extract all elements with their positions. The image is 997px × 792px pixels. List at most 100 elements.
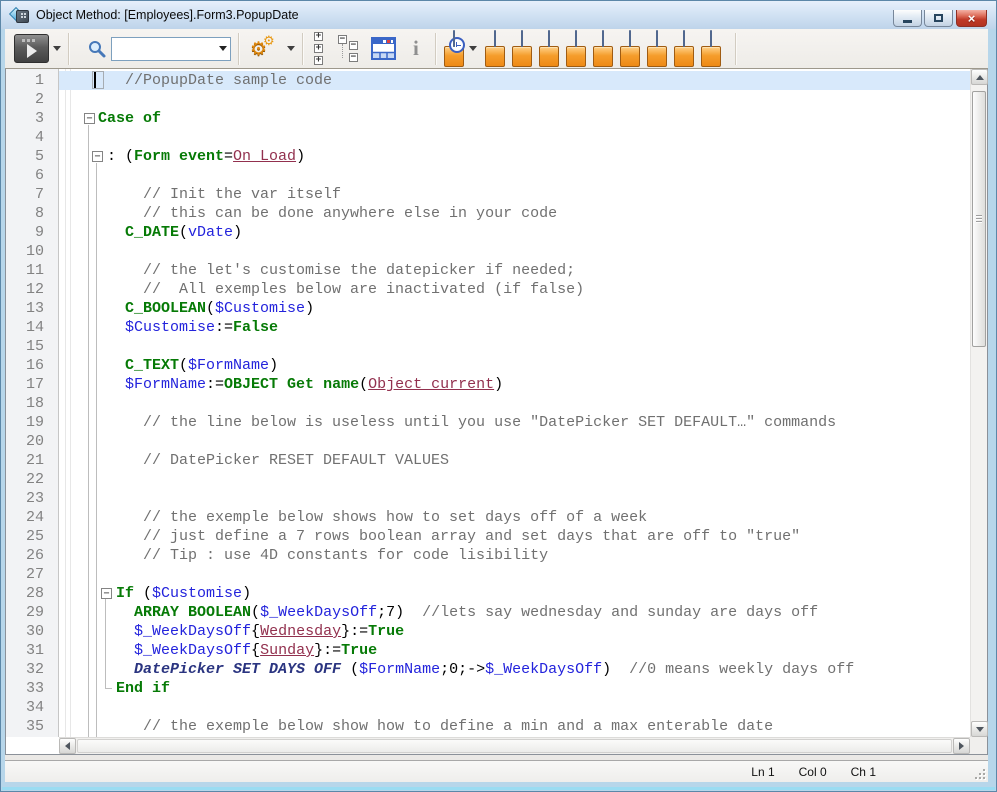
horizontal-scroll-thumb[interactable]: [77, 739, 952, 753]
maximize-button[interactable]: [924, 10, 953, 27]
clipboard-clip: [548, 30, 550, 47]
code-viewport[interactable]: 1234567891011121314151617181920212223242…: [6, 69, 970, 737]
separator: [68, 33, 70, 65]
fold-toggle[interactable]: −: [101, 588, 112, 599]
code-line[interactable]: [59, 432, 970, 451]
clipboard-history-button[interactable]: [444, 31, 464, 67]
code-line[interactable]: C_BOOLEAN($Customise): [59, 299, 970, 318]
resize-grip[interactable]: [973, 767, 985, 779]
code-line[interactable]: [59, 565, 970, 584]
code-line[interactable]: [59, 90, 970, 109]
clock-icon: [449, 37, 465, 53]
code-line[interactable]: End if: [59, 679, 970, 698]
minimize-button[interactable]: [893, 10, 922, 27]
clipboard-icon: [539, 46, 559, 67]
clipboard-group: [485, 31, 728, 67]
scroll-left-button[interactable]: [59, 738, 76, 754]
clipboard-clip: [683, 30, 685, 47]
play-icon: [27, 44, 37, 58]
macros-button[interactable]: ⚙ ⚙: [247, 32, 283, 66]
method-info-button[interactable]: i: [404, 36, 428, 61]
macros-dropdown-arrow[interactable]: [287, 46, 295, 51]
status-bar: Ln 1 Col 0 Ch 1: [5, 760, 988, 782]
code-line[interactable]: // just define a 7 rows boolean array an…: [59, 527, 970, 546]
code-line[interactable]: [59, 394, 970, 413]
code-line[interactable]: //PopupDate sample code: [59, 71, 970, 90]
clipboard-icon: [647, 46, 667, 67]
code-line[interactable]: $FormName:=OBJECT Get name(Object curren…: [59, 375, 970, 394]
code-line[interactable]: $Customise:=False: [59, 318, 970, 337]
fold-toggle[interactable]: −: [92, 151, 103, 162]
clipboard-4-button[interactable]: [566, 31, 586, 67]
code-line[interactable]: // the let's customise the datepicker if…: [59, 261, 970, 280]
clipboard-3-button[interactable]: [539, 31, 559, 67]
code-line[interactable]: // Init the var itself: [59, 185, 970, 204]
code-line[interactable]: // Tip : use 4D constants for code lisib…: [59, 546, 970, 565]
code-line[interactable]: [59, 337, 970, 356]
code-line[interactable]: C_TEXT($FormName): [59, 356, 970, 375]
toolbar: ⚙ ⚙ + + + −: [5, 29, 988, 69]
clipboard-7-button[interactable]: [647, 31, 667, 67]
title-bar[interactable]: Object Method: [Employees].Form3.PopupDa…: [1, 1, 996, 29]
form-preview-button[interactable]: [363, 35, 404, 62]
clipboard-icon: [701, 46, 721, 67]
close-button[interactable]: ×: [956, 10, 987, 27]
code-lines[interactable]: //PopupDate sample codeCase of− : (Form …: [6, 69, 970, 737]
scroll-right-button[interactable]: [953, 738, 970, 754]
code-line[interactable]: If ($Customise): [59, 584, 970, 603]
horizontal-scrollbar[interactable]: [59, 737, 970, 754]
code-line[interactable]: [59, 470, 970, 489]
clipboard-6-button[interactable]: [620, 31, 640, 67]
clipboard-8-button[interactable]: [674, 31, 694, 67]
arrow-right-icon: [959, 742, 964, 750]
code-line[interactable]: C_DATE(vDate): [59, 223, 970, 242]
code-line[interactable]: [59, 128, 970, 147]
clipboard-icon: [512, 46, 532, 67]
clipboard-icon: [620, 46, 640, 67]
code-line[interactable]: Case of: [59, 109, 970, 128]
code-line[interactable]: $_WeekDaysOff{Sunday}:=True: [59, 641, 970, 660]
status-line: Ln 1: [751, 765, 774, 779]
clipboard-1-button[interactable]: [485, 31, 505, 67]
execute-method-button[interactable]: [14, 34, 49, 63]
search-dropdown-button[interactable]: [215, 38, 230, 60]
collapse-all-icon: − − −: [338, 35, 360, 63]
code-line[interactable]: ARRAY BOOLEAN($_WeekDaysOff;7) //lets sa…: [59, 603, 970, 622]
execute-dropdown-arrow[interactable]: [53, 46, 61, 51]
fold-toggle[interactable]: −: [84, 113, 95, 124]
search-combobox[interactable]: [111, 37, 231, 61]
code-line[interactable]: // the exemple below show how to define …: [59, 717, 970, 736]
maximize-icon: [934, 14, 943, 22]
expand-all-button[interactable]: + + +: [311, 30, 326, 67]
clipboard-icon: [485, 46, 505, 67]
search-input[interactable]: [112, 40, 215, 58]
code-line[interactable]: DatePicker SET DAYS OFF ($FormName;0;->$…: [59, 660, 970, 679]
code-line[interactable]: [59, 242, 970, 261]
arrow-down-icon: [976, 727, 984, 732]
clipboard-2-button[interactable]: [512, 31, 532, 67]
separator: [435, 33, 437, 65]
vertical-scrollbar[interactable]: [970, 69, 987, 737]
code-line[interactable]: // this can be done anywhere else in you…: [59, 204, 970, 223]
code-line[interactable]: // the exemple below shows how to set da…: [59, 508, 970, 527]
scroll-up-button[interactable]: [971, 69, 988, 85]
clipboard-history-dropdown-arrow[interactable]: [469, 46, 477, 51]
clipboard-clip: [575, 30, 577, 47]
code-line[interactable]: [59, 166, 970, 185]
code-line[interactable]: $_WeekDaysOff{Wednesday}:=True: [59, 622, 970, 641]
vertical-scroll-thumb[interactable]: [972, 91, 986, 347]
code-line[interactable]: // DatePicker RESET DEFAULT VALUES: [59, 451, 970, 470]
clipboard-9-button[interactable]: [701, 31, 721, 67]
collapse-all-button[interactable]: − − −: [326, 33, 363, 65]
scroll-down-button[interactable]: [971, 721, 988, 737]
form-icon: [371, 37, 396, 60]
code-line[interactable]: // the line below is useless until you u…: [59, 413, 970, 432]
code-line[interactable]: [59, 489, 970, 508]
minimize-icon: [903, 20, 912, 23]
code-line[interactable]: // All exemples below are inactivated (i…: [59, 280, 970, 299]
clipboard-5-button[interactable]: [593, 31, 613, 67]
code-line[interactable]: [59, 698, 970, 717]
code-line[interactable]: : (Form event=On Load): [59, 147, 970, 166]
clipboard-icon: [674, 46, 694, 67]
clipboard-clip: [656, 30, 658, 47]
